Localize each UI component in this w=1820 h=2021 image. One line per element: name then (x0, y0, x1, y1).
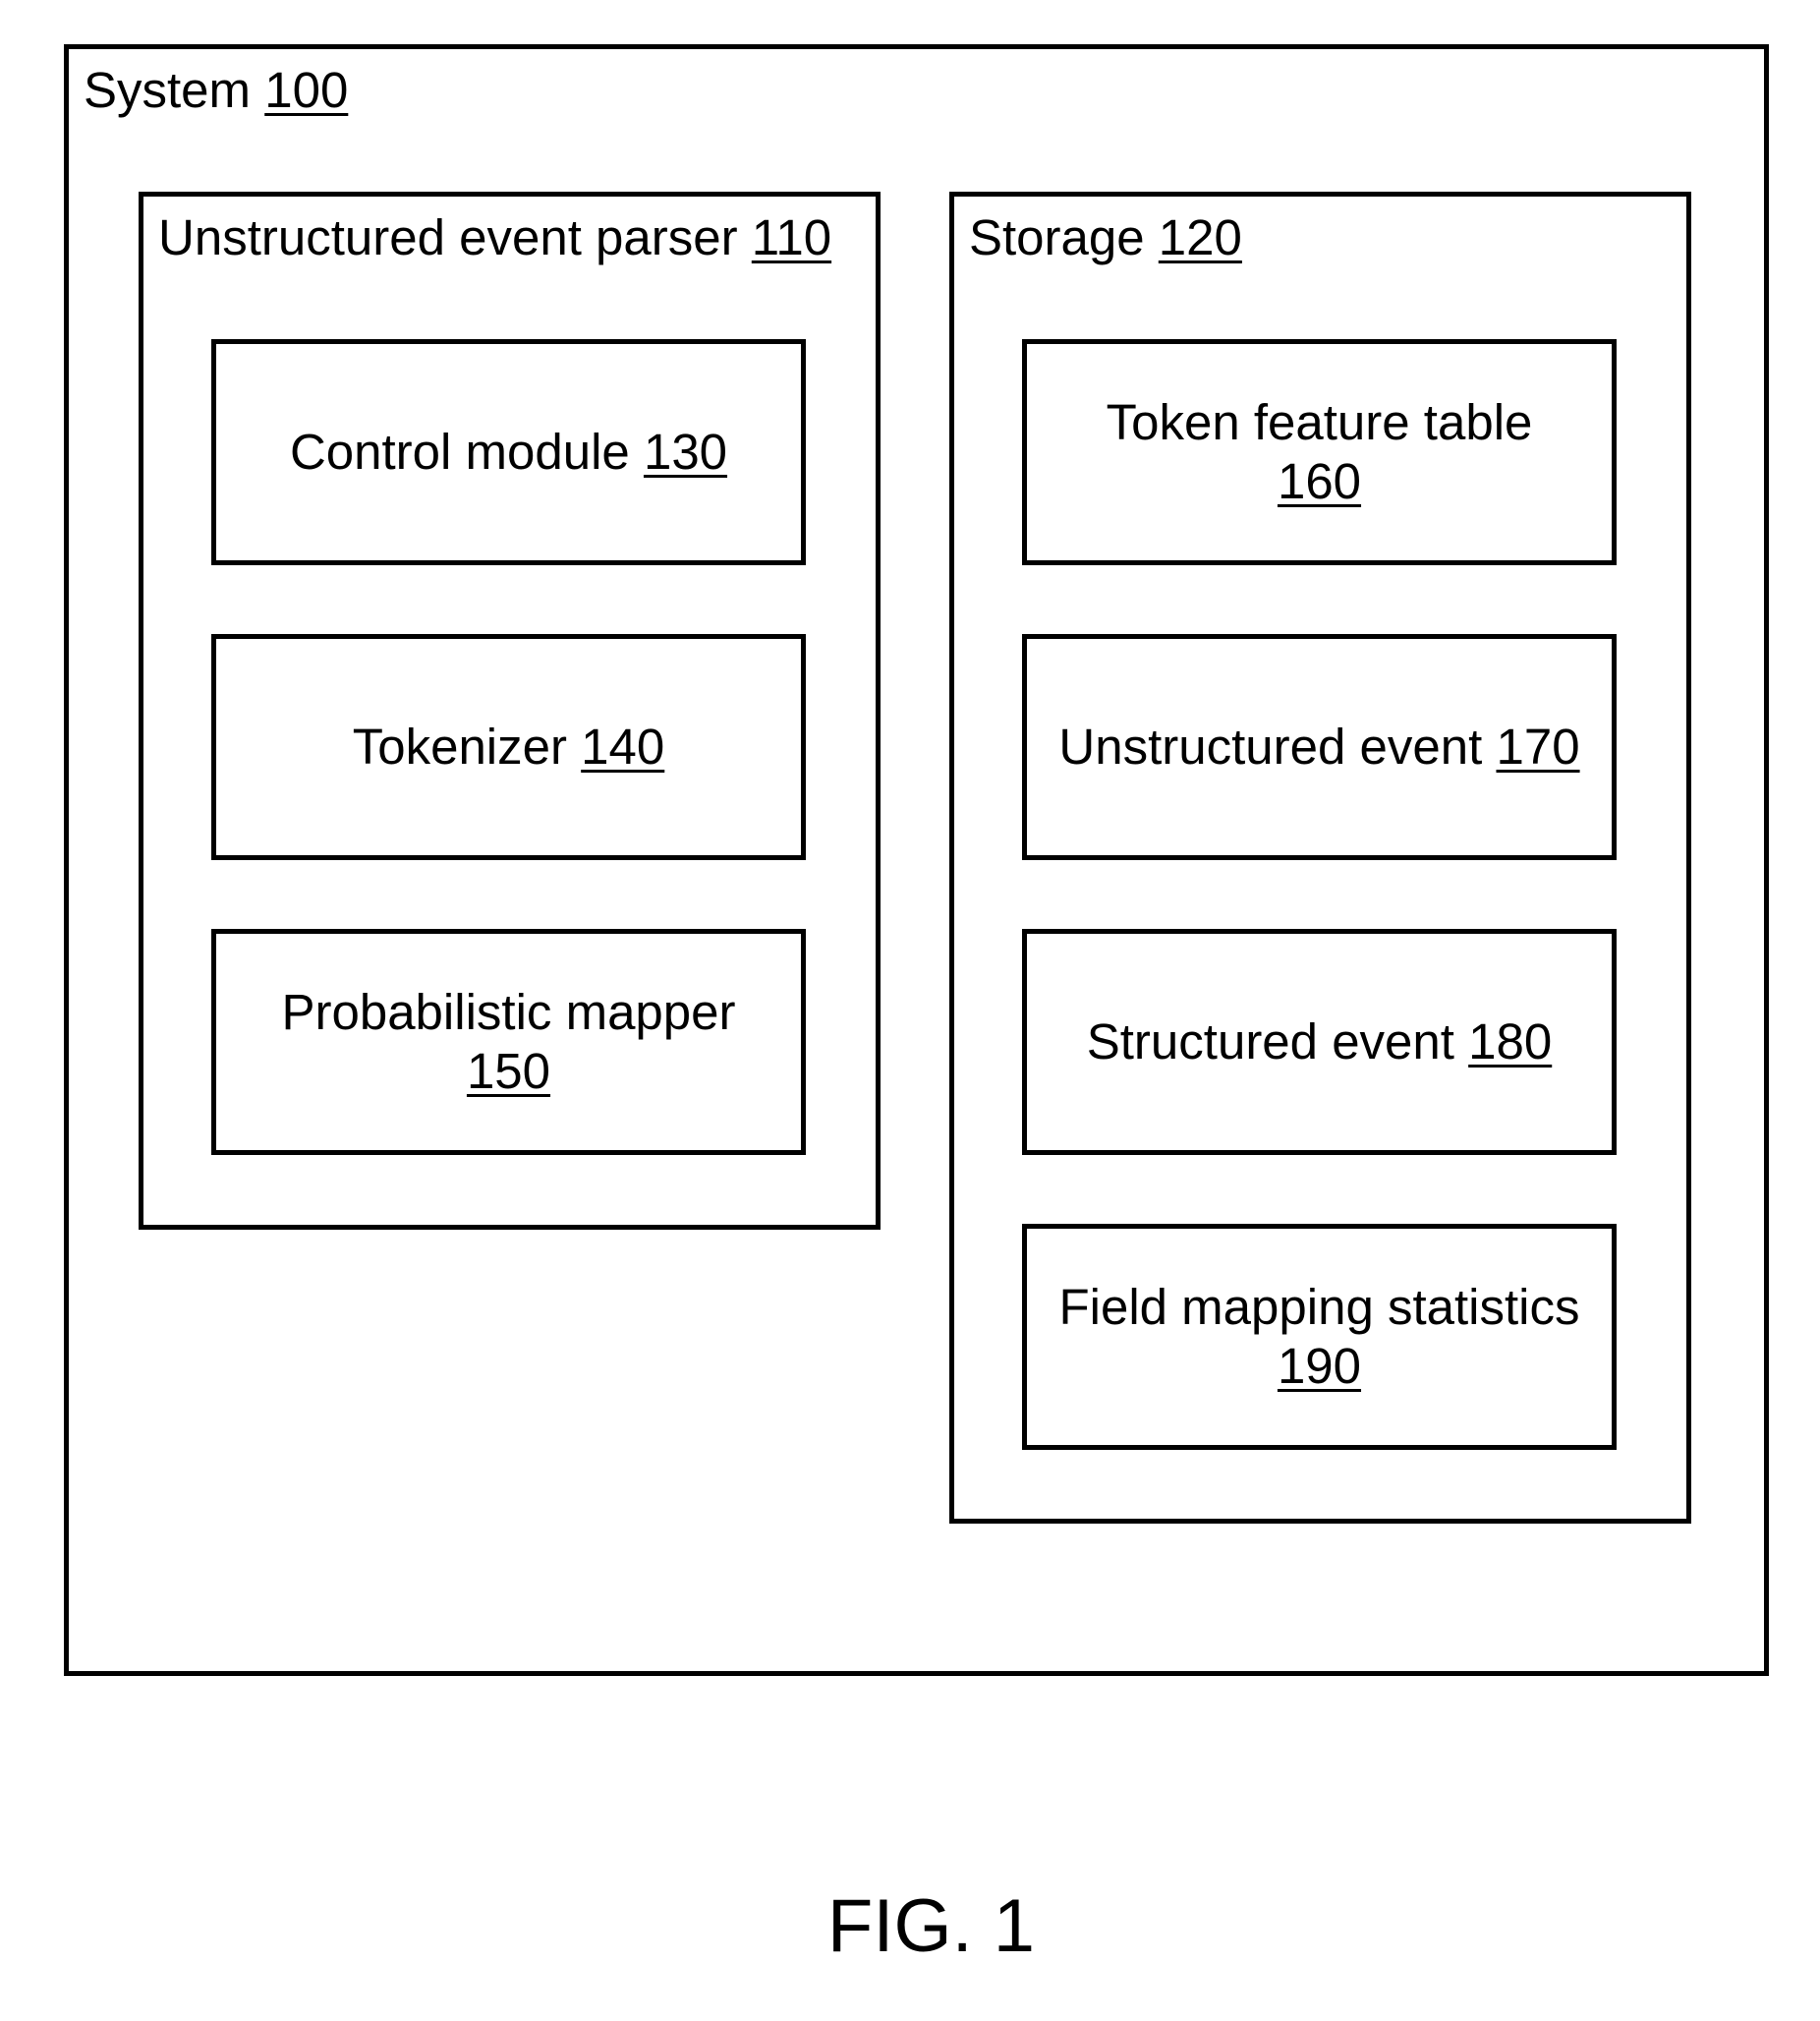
component-ref-number: 170 (1496, 719, 1580, 775)
field-mapping-statistics-label: Field mapping statistics 190 (1058, 1278, 1579, 1396)
component-ref-number: 190 (1277, 1338, 1362, 1394)
component-name: Probabilistic mapper (281, 984, 736, 1040)
storage-ref-number: 120 (1158, 209, 1242, 265)
component-name: Token feature table (1106, 394, 1533, 450)
component-ref-number: 150 (466, 1043, 551, 1099)
system-ref-number: 100 (264, 62, 349, 118)
component-ref-number: 180 (1468, 1013, 1553, 1069)
structured-event-label: Structured event 180 (1087, 1012, 1552, 1071)
control-module-box: Control module 130 (211, 339, 806, 565)
unstructured-event-box: Unstructured event 170 (1022, 634, 1617, 860)
component-name: Control module (289, 424, 630, 480)
figure-caption: FIG. 1 (826, 1884, 1036, 1968)
component-name: Tokenizer (352, 719, 567, 775)
system-title-text: System (84, 62, 252, 118)
tokenizer-label: Tokenizer 140 (353, 718, 665, 777)
probabilistic-mapper-box: Probabilistic mapper 150 (211, 929, 806, 1155)
unstructured-event-label: Unstructured event 170 (1058, 718, 1579, 777)
component-ref-number: 160 (1277, 453, 1362, 509)
storage-title: Storage 120 (969, 208, 1242, 267)
component-name: Field mapping statistics (1058, 1279, 1580, 1335)
probabilistic-mapper-label: Probabilistic mapper 150 (281, 983, 735, 1101)
component-name: Structured event (1086, 1013, 1454, 1069)
control-module-label: Control module 130 (290, 423, 727, 482)
parser-title-text: Unstructured event parser (158, 209, 738, 265)
token-feature-table-label: Token feature table 160 (1107, 393, 1533, 511)
component-name: Unstructured event (1058, 719, 1483, 775)
parser-ref-number: 110 (751, 209, 832, 265)
system-title: System 100 (84, 61, 348, 120)
parser-title: Unstructured event parser 110 (158, 208, 831, 267)
field-mapping-statistics-box: Field mapping statistics 190 (1022, 1224, 1617, 1450)
storage-title-text: Storage (969, 209, 1145, 265)
component-ref-number: 140 (581, 719, 665, 775)
component-ref-number: 130 (643, 424, 728, 480)
tokenizer-box: Tokenizer 140 (211, 634, 806, 860)
token-feature-table-box: Token feature table 160 (1022, 339, 1617, 565)
structured-event-box: Structured event 180 (1022, 929, 1617, 1155)
